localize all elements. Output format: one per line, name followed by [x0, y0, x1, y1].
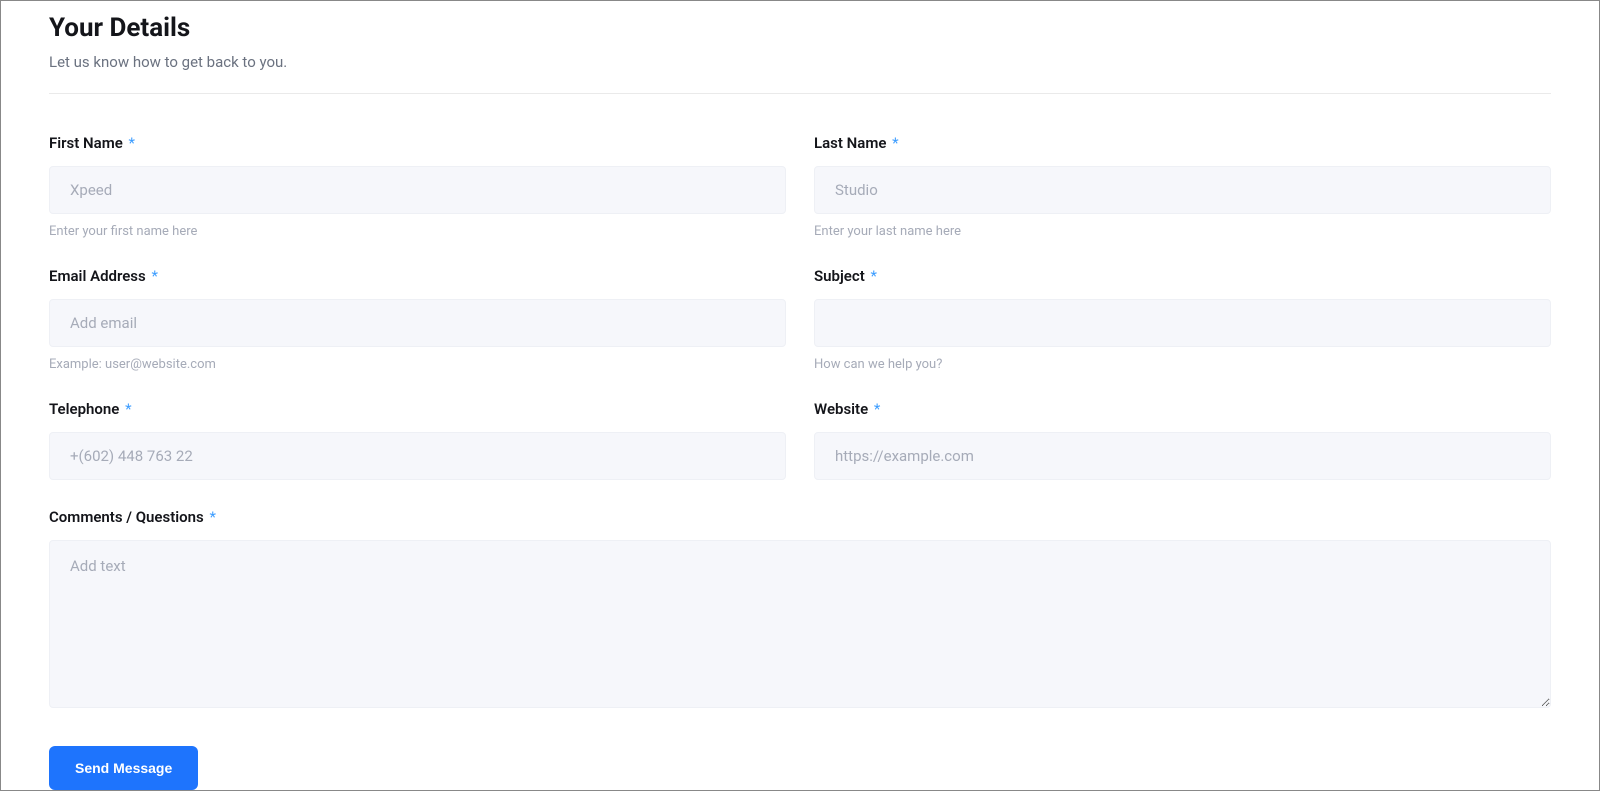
- required-mark: *: [892, 134, 898, 152]
- last-name-group: Last Name * Enter your last name here: [814, 134, 1551, 239]
- first-name-label: First Name *: [49, 134, 786, 152]
- telephone-label-text: Telephone: [49, 400, 119, 418]
- required-mark: *: [209, 508, 215, 526]
- email-label-text: Email Address: [49, 267, 146, 285]
- telephone-label: Telephone *: [49, 400, 786, 418]
- email-input[interactable]: [49, 299, 786, 347]
- subject-group: Subject * How can we help you?: [814, 267, 1551, 372]
- website-label: Website *: [814, 400, 1551, 418]
- first-name-label-text: First Name: [49, 134, 123, 152]
- website-label-text: Website: [814, 400, 868, 418]
- subject-input[interactable]: [814, 299, 1551, 347]
- comments-group: Comments / Questions *: [49, 508, 1551, 712]
- subject-label: Subject *: [814, 267, 1551, 285]
- subject-help: How can we help you?: [814, 357, 1551, 372]
- website-input[interactable]: [814, 432, 1551, 480]
- form-grid: First Name * Enter your first name here …: [49, 134, 1551, 740]
- email-help: Example: user@website.com: [49, 357, 786, 372]
- first-name-help: Enter your first name here: [49, 224, 786, 239]
- telephone-group: Telephone *: [49, 400, 786, 480]
- last-name-label-text: Last Name: [814, 134, 886, 152]
- subject-label-text: Subject: [814, 267, 865, 285]
- form-header: Your Details Let us know how to get back…: [49, 13, 1551, 94]
- required-mark: *: [125, 400, 131, 418]
- comments-label-text: Comments / Questions: [49, 508, 204, 526]
- website-group: Website *: [814, 400, 1551, 480]
- required-mark: *: [870, 267, 876, 285]
- last-name-help: Enter your last name here: [814, 224, 1551, 239]
- required-mark: *: [151, 267, 157, 285]
- email-group: Email Address * Example: user@website.co…: [49, 267, 786, 372]
- last-name-label: Last Name *: [814, 134, 1551, 152]
- send-message-button[interactable]: Send Message: [49, 746, 198, 790]
- required-mark: *: [874, 400, 880, 418]
- page-title: Your Details: [49, 13, 1551, 43]
- page-subtitle: Let us know how to get back to you.: [49, 53, 1551, 71]
- first-name-group: First Name * Enter your first name here: [49, 134, 786, 239]
- required-mark: *: [129, 134, 135, 152]
- first-name-input[interactable]: [49, 166, 786, 214]
- comments-label: Comments / Questions *: [49, 508, 1551, 526]
- email-label: Email Address *: [49, 267, 786, 285]
- comments-textarea[interactable]: [49, 540, 1551, 708]
- last-name-input[interactable]: [814, 166, 1551, 214]
- telephone-input[interactable]: [49, 432, 786, 480]
